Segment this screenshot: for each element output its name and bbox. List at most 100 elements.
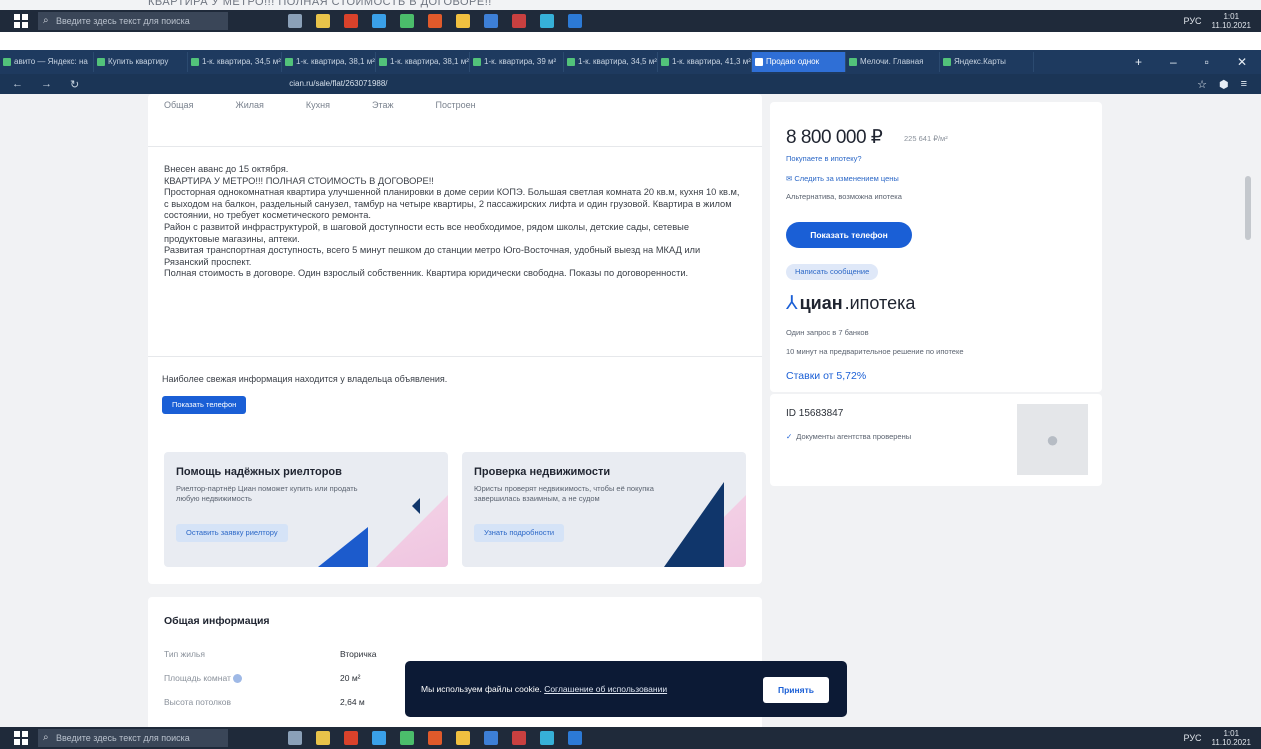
browser-tab[interactable]: 1-к. квартира, 34,5 м²: [564, 52, 658, 72]
maximize-icon[interactable]: ▫: [1205, 55, 1209, 69]
accept-cookie-button[interactable]: Принять: [763, 677, 829, 703]
taskview-icon[interactable]: [288, 14, 302, 28]
cian-mortgage-logo[interactable]: ⅄ циан .ипотека: [786, 292, 915, 315]
nav-buttons: ← → ↻: [12, 78, 79, 91]
browser-tab[interactable]: 1-к. квартира, 38,1 м²: [376, 52, 470, 72]
app-icon[interactable]: [372, 731, 386, 745]
ghost-text-strip: КВАРТИРА У МЕТРО!!! ПОЛНАЯ СТОИМОСТЬ В Д…: [0, 0, 1261, 10]
app-icon[interactable]: [568, 14, 582, 28]
browser-tab[interactable]: 1-к. квартира, 41,3 м²: [658, 52, 752, 72]
windows-start-icon[interactable]: [14, 14, 28, 28]
price-per-m2: 225 641 ₽/м²: [904, 134, 948, 143]
taskbar-bottom: Введите здесь текст для поиска РУС 1:01 …: [0, 727, 1261, 749]
browser-tab[interactable]: Мелочи. Главная: [846, 52, 940, 72]
browser-tab[interactable]: авито — Яндекс: на: [0, 52, 94, 72]
chrome-icon[interactable]: [400, 14, 414, 28]
promo-arrow-icon: [412, 498, 420, 514]
app-icon[interactable]: [344, 731, 358, 745]
explorer-icon[interactable]: [316, 731, 330, 745]
agent-card: ID 15683847 ✓ Документы агентства провере…: [770, 394, 1102, 486]
browser-tab[interactable]: Купить квартиру: [94, 52, 188, 72]
taskbar-apps: [288, 731, 582, 745]
app-icon[interactable]: [540, 14, 554, 28]
mortgage-link[interactable]: Покупаете в ипотеку?: [786, 154, 862, 163]
info-icon[interactable]: [233, 674, 243, 684]
extensions-icon[interactable]: ⬢: [1219, 78, 1229, 91]
taskbar-apps: [288, 14, 582, 28]
write-message-button[interactable]: Написать сообщение: [786, 264, 879, 280]
yandex-icon[interactable]: [428, 14, 442, 28]
promo-decoration: [664, 482, 724, 567]
gap: [0, 32, 1261, 50]
agent-id: ID 15683847: [786, 408, 844, 419]
promo-title: Проверка недвижимости: [474, 466, 611, 478]
room-tab: Жилая: [235, 100, 264, 110]
promo-realtor: Помощь надёжных риелторов Риелтор-партнё…: [164, 452, 448, 567]
cian-logo-icon: ⅄: [786, 293, 798, 314]
tray-lang[interactable]: РУС: [1184, 16, 1202, 26]
taskbar-search[interactable]: Введите здесь текст для поиска: [38, 12, 228, 30]
track-price-link[interactable]: ✉ Следить за изменением цены: [786, 174, 899, 183]
back-icon[interactable]: ←: [12, 78, 23, 91]
system-tray: РУС 1:01 11.10.2021: [1184, 729, 1251, 747]
show-phone-button[interactable]: Показать телефон: [786, 222, 912, 248]
docs-checked: ✓ Документы агентства проверены: [786, 432, 912, 441]
yandex-icon[interactable]: [428, 731, 442, 745]
clock[interactable]: 1:01 11.10.2021: [1212, 12, 1251, 30]
cookie-banner: Мы используем файлы cookie. Соглашение о…: [405, 661, 847, 717]
app-icon[interactable]: [568, 731, 582, 745]
learn-more-button[interactable]: Узнать подробности: [474, 524, 565, 542]
show-phone-small-button[interactable]: Показать телефон: [162, 396, 247, 414]
desc-line: Внесен аванс до 15 октября.: [164, 164, 289, 174]
windows-start-icon[interactable]: [14, 731, 28, 745]
chrome-icon[interactable]: [400, 731, 414, 745]
info-value: 20 м²: [340, 673, 361, 683]
browser-tab[interactable]: 1-к. квартира, 34,5 м²: [188, 52, 282, 72]
tray-lang[interactable]: РУС: [1184, 733, 1202, 743]
taskbar-search[interactable]: Введите здесь текст для поиска: [38, 729, 228, 747]
browser-tab[interactable]: 1-к. квартира, 39 м²: [470, 52, 564, 72]
explorer-icon[interactable]: [316, 14, 330, 28]
minimize-icon[interactable]: –: [1170, 55, 1177, 69]
app-icon[interactable]: [456, 14, 470, 28]
app-icon[interactable]: [372, 14, 386, 28]
scrollbar[interactable]: [1239, 94, 1261, 727]
info-value: 2,64 м: [340, 697, 365, 707]
rate-link[interactable]: Ставки от 5,72%: [786, 370, 866, 382]
desc-line: Развитая транспортная доступность, всего…: [164, 245, 701, 267]
desc-line: Полная стоимость в договоре. Один взросл…: [164, 268, 689, 279]
desc-line: Просторная однокомнатная квартира улучше…: [164, 187, 740, 221]
close-icon[interactable]: ✕: [1237, 55, 1247, 69]
ten-minutes-text: 10 минут на предварительное решение по и…: [786, 347, 964, 356]
app-icon[interactable]: [512, 14, 526, 28]
taskview-icon[interactable]: [288, 731, 302, 745]
alt-mortgage: Альтернатива, возможна ипотека: [786, 192, 902, 201]
url-field[interactable]: cian.ru/sale/flat/263071988/: [279, 77, 509, 91]
forward-icon[interactable]: →: [41, 78, 52, 91]
browser-tab-active[interactable]: Продаю однок: [752, 52, 846, 72]
info-label: Площадь комнат: [164, 673, 243, 684]
realtor-request-button[interactable]: Оставить заявку риелтору: [176, 524, 288, 542]
page-content: Общая Жилая Кухня Этаж Построен Внесен а…: [0, 94, 1261, 727]
browser-tab[interactable]: 1-к. квартира, 38,1 м²: [282, 52, 376, 72]
bookmark-icon[interactable]: ☆: [1197, 78, 1207, 91]
info-label: Высота потолков: [164, 697, 232, 707]
room-tabs: Общая Жилая Кухня Этаж Построен: [164, 100, 476, 110]
app-icon[interactable]: [540, 731, 554, 745]
room-tab: Общая: [164, 100, 194, 110]
divider: [148, 146, 762, 147]
clock[interactable]: 1:01 11.10.2021: [1212, 729, 1251, 747]
app-icon[interactable]: [456, 731, 470, 745]
menu-icon[interactable]: ≡: [1241, 78, 1247, 91]
cookie-agreement-link[interactable]: Соглашение об использовании: [544, 684, 667, 694]
new-tab-icon[interactable]: +: [1135, 55, 1142, 69]
app-icon[interactable]: [512, 731, 526, 745]
address-right-icons: ☆ ⬢ ≡: [1197, 78, 1247, 91]
scrollbar-thumb[interactable]: [1245, 176, 1251, 240]
avatar[interactable]: ●: [1017, 404, 1088, 475]
reload-icon[interactable]: ↻: [70, 78, 79, 91]
app-icon[interactable]: [484, 14, 498, 28]
browser-tab[interactable]: Яндекс.Карты: [940, 52, 1034, 72]
app-icon[interactable]: [344, 14, 358, 28]
app-icon[interactable]: [484, 731, 498, 745]
